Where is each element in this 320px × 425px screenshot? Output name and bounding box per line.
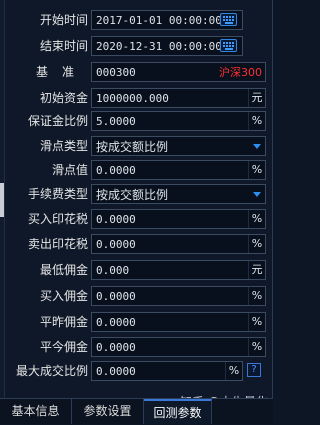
initial-capital-input[interactable]: 1000000.000 元 [91,88,266,108]
slippage-type-value: 按成交额比例 [96,139,169,154]
tab-param-settings[interactable]: 参数设置 [72,399,144,424]
row-close-today-commission: 平今佣金 0.0000 % [4,336,270,358]
buy-commission-value: 0.0000 [96,289,136,303]
unit-percent: % [248,338,265,356]
slippage-value-value: 0.0000 [96,163,136,177]
unit-percent: % [248,112,265,130]
unit-percent: % [248,161,265,179]
row-end-time: 结束时间 2020-12-31 00:00:00 [4,35,270,57]
close-today-commission-label: 平今佣金 [39,340,88,354]
buy-stamp-tax-value: 0.0000 [96,212,136,226]
row-initial-capital: 初始资金 1000000.000 元 [4,87,270,109]
fee-type-label: 手续费类型 [27,187,88,201]
unit-percent: % [248,210,265,228]
fee-type-value: 按成交额比例 [96,187,169,202]
bottom-tab-bar: 基本信息 参数设置 回测参数 [0,398,273,424]
row-buy-stamp-tax: 买入印花税 0.0000 % [4,208,270,230]
benchmark-label: 基准 [35,65,88,79]
benchmark-input[interactable]: 000300 沪深300 [91,62,266,82]
row-margin-ratio: 保证金比例 5.0000 % [4,110,270,132]
close-yesterday-commission-label: 平昨佣金 [39,315,88,329]
unit-yuan: 元 [248,261,265,279]
min-commission-value: 0.000 [96,263,130,277]
chevron-down-icon[interactable] [249,185,265,203]
min-commission-input[interactable]: 0.000 元 [91,260,266,280]
buy-stamp-tax-label: 买入印花税 [27,212,88,226]
benchmark-name: 沪深300 [219,66,262,79]
row-fee-type: 手续费类型 按成交额比例 [4,183,270,205]
tab-basic-info[interactable]: 基本信息 [0,399,72,424]
margin-ratio-input[interactable]: 5.0000 % [91,111,266,131]
max-volume-ratio-label: 最大成交比例 [15,364,88,378]
tab-backtest-params[interactable]: 回测参数 [144,399,212,424]
slippage-type-label: 滑点类型 [39,139,88,153]
close-yesterday-commission-input[interactable]: 0.0000 % [91,312,266,332]
buy-commission-input[interactable]: 0.0000 % [91,286,266,306]
initial-capital-label: 初始资金 [39,91,88,105]
buy-stamp-tax-input[interactable]: 0.0000 % [91,209,266,229]
max-volume-ratio-input[interactable]: 0.0000 % [91,361,243,381]
slippage-type-select[interactable]: 按成交额比例 [91,136,266,156]
unit-percent: % [248,235,265,253]
backtest-params-panel: 开始时间 2017-01-01 00:00:00 结束时间 2020-12-31… [0,0,273,398]
sell-stamp-tax-label: 卖出印花税 [27,237,88,251]
benchmark-code: 000300 [96,65,136,79]
row-benchmark: 基准 000300 沪深300 [4,61,270,83]
buy-commission-label: 买入佣金 [39,289,88,303]
keyboard-icon[interactable] [220,39,237,52]
row-start-time: 开始时间 2017-01-01 00:00:00 [4,9,270,31]
unit-percent: % [225,362,242,380]
end-time-label: 结束时间 [39,39,88,53]
margin-ratio-value: 5.0000 [96,114,136,128]
keyboard-icon[interactable] [220,13,237,26]
close-today-commission-input[interactable]: 0.0000 % [91,337,266,357]
unit-percent: % [248,287,265,305]
sell-stamp-tax-input[interactable]: 0.0000 % [91,234,266,254]
start-time-label: 开始时间 [39,13,88,27]
row-close-yesterday-commission: 平昨佣金 0.0000 % [4,311,270,333]
help-icon[interactable]: ? [247,363,261,377]
fee-type-select[interactable]: 按成交额比例 [91,184,266,204]
margin-ratio-label: 保证金比例 [27,114,88,128]
row-slippage-value: 滑点值 0.0000 % [4,159,270,181]
row-sell-stamp-tax: 卖出印花税 0.0000 % [4,233,270,255]
initial-capital-value: 1000000.000 [96,91,169,105]
chevron-down-icon[interactable] [249,137,265,155]
row-max-volume-ratio: 最大成交比例 0.0000 % ? [4,360,270,382]
unit-yuan: 元 [248,89,265,107]
row-buy-commission: 买入佣金 0.0000 % [4,285,270,307]
unit-percent: % [248,313,265,331]
slippage-value-input[interactable]: 0.0000 % [91,160,266,180]
slippage-value-label: 滑点值 [51,163,88,177]
close-today-commission-value: 0.0000 [96,340,136,354]
row-min-commission: 最低佣金 0.000 元 [4,259,270,281]
min-commission-label: 最低佣金 [39,263,88,277]
max-volume-ratio-value: 0.0000 [96,364,136,378]
close-yesterday-commission-value: 0.0000 [96,315,136,329]
row-slippage-type: 滑点类型 按成交额比例 [4,135,270,157]
sell-stamp-tax-value: 0.0000 [96,237,136,251]
